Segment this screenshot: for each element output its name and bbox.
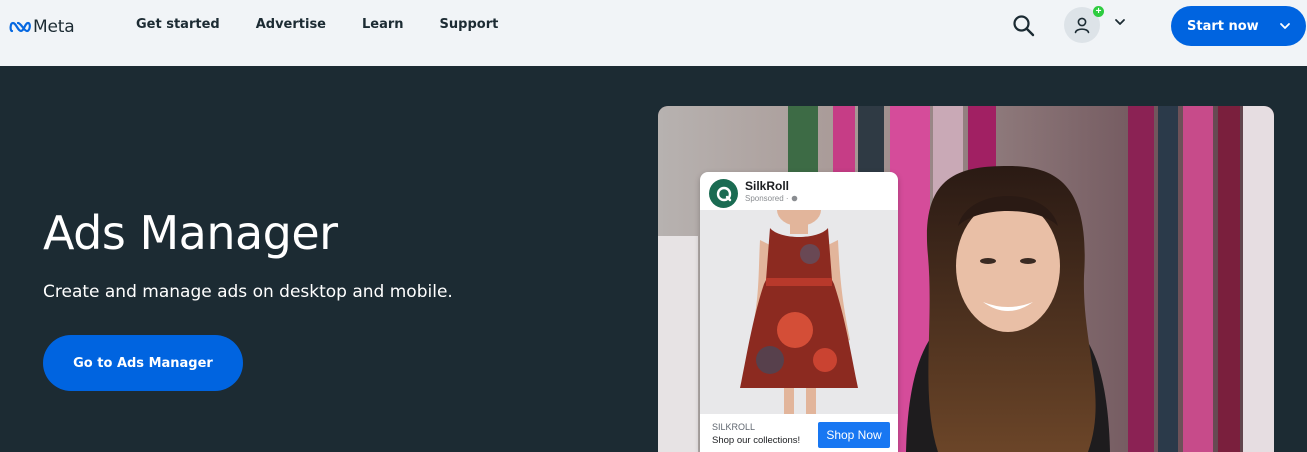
ad-product-image [700, 210, 898, 414]
brand-logo-icon [716, 186, 731, 201]
top-navigation-bar: Meta Get started Advertise Learn Support… [0, 0, 1307, 66]
nav-get-started[interactable]: Get started [136, 17, 220, 33]
meta-logo[interactable]: Meta [9, 15, 75, 39]
ad-sponsored-label: Sponsored · [745, 194, 798, 203]
page-subtitle: Create and manage ads on desktop and mob… [43, 282, 453, 302]
meta-infinity-icon [9, 21, 31, 33]
sponsored-ad-preview: SilkRoll Sponsored · SILKROLL Shop our c… [700, 172, 898, 452]
user-icon [1074, 17, 1090, 34]
globe-icon [791, 195, 798, 202]
ad-footer-caption: Shop our collections! [712, 435, 801, 446]
start-now-label: Start now [1187, 18, 1259, 34]
chevron-down-icon [1280, 23, 1290, 29]
sponsored-text: Sponsored · [745, 194, 791, 203]
nav-support[interactable]: Support [440, 17, 499, 33]
search-icon[interactable] [1011, 13, 1037, 39]
brand-avatar [709, 179, 738, 208]
dress-illustration [700, 210, 898, 414]
ad-footer-brand: SILKROLL [712, 422, 756, 432]
ad-brand-name: SilkRoll [745, 179, 790, 193]
start-now-button[interactable]: Start now [1171, 6, 1306, 46]
page-title: Ads Manager [43, 206, 338, 260]
main-nav: Get started Advertise Learn Support [136, 17, 534, 33]
shop-now-button[interactable]: Shop Now [818, 422, 890, 448]
go-to-ads-manager-button[interactable]: Go to Ads Manager [43, 335, 243, 391]
chevron-down-icon[interactable] [1113, 15, 1127, 29]
logo-text: Meta [33, 17, 75, 37]
nav-advertise[interactable]: Advertise [256, 17, 326, 33]
account-badge: + [1093, 6, 1104, 17]
nav-learn[interactable]: Learn [362, 17, 404, 33]
